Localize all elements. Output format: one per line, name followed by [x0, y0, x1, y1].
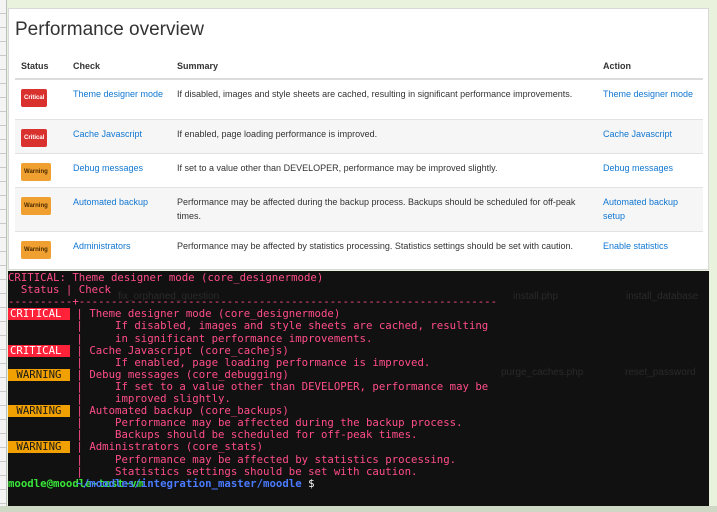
prompt-user: moodle@moodle-test-vm — [8, 476, 144, 490]
terminal-text: Administrators (core_stats) — [89, 440, 264, 454]
terminal-text: Debug messages (core_debugging) — [89, 367, 289, 381]
action-link[interactable]: Enable statistics — [603, 241, 668, 251]
ghost-file-label: install.php — [513, 291, 559, 302]
prompt-path: ~/moodles/integration_master/moodle — [70, 476, 302, 490]
bottom-bar — [0, 506, 717, 512]
table-header-row: Status Check Summary Action — [15, 53, 703, 80]
status-cell: Critical — [15, 118, 67, 153]
check-link[interactable]: Administrators — [73, 241, 131, 251]
ghost-file-label: reset_password — [625, 367, 696, 378]
terminal-status-tag: WARNING — [8, 441, 70, 454]
action-cell: Cache Javascript — [597, 118, 703, 153]
ghost-file-label: install_database — [626, 291, 699, 302]
check-cell: Debug messages — [67, 152, 171, 187]
terminal-text: Performance may be affected by statistic… — [89, 452, 457, 466]
terminal-text: Backups should be scheduled for off-peak… — [89, 428, 418, 442]
terminal-text: Statistics settings should be set with c… — [89, 464, 418, 478]
status-cell: Warning — [15, 186, 67, 231]
check-link[interactable]: Automated backup — [73, 197, 148, 207]
table-row: Critical Cache Javascript If enabled, page… — [15, 118, 703, 153]
terminal-text: If disabled, images and style sheets are… — [89, 319, 489, 333]
status-badge: Critical — [21, 128, 48, 147]
terminal-text: Performance may be affected during the b… — [89, 416, 463, 430]
table-row: Warning Debug messages If set to a value o… — [15, 152, 703, 187]
status-badge: Warning — [21, 240, 51, 259]
action-cell: Automated backup setup — [597, 186, 703, 231]
performance-table: Status Check Summary Action Critical Them… — [15, 53, 703, 265]
prompt-sign: $ — [301, 476, 315, 490]
terminal-window[interactable]: fix_orphaned_question install.php instal… — [8, 271, 709, 506]
header-summary: Summary — [171, 53, 597, 80]
table-row: Critical Theme designer mode If disabled, … — [15, 78, 703, 119]
action-cell: Enable statistics — [597, 230, 703, 265]
page-title: Performance overview — [15, 19, 205, 40]
header-status: Status — [15, 53, 67, 80]
status-badge: Critical — [21, 89, 48, 107]
check-link[interactable]: Debug messages — [73, 163, 143, 173]
terminal-status-tag: CRITICAL — [8, 344, 70, 357]
summary-cell: If enabled, page loading performance is … — [171, 118, 597, 153]
action-link[interactable]: Automated backup setup — [603, 197, 678, 221]
summary-cell: Performance may be affected during the b… — [171, 186, 597, 231]
check-cell: Theme designer mode — [67, 78, 171, 119]
performance-panel: Performance overview Status Check Summar… — [8, 8, 709, 270]
action-link[interactable]: Debug messages — [603, 163, 673, 173]
header-action: Action — [597, 53, 703, 80]
header-check: Check — [67, 53, 171, 80]
check-cell: Cache Javascript — [67, 118, 171, 153]
summary-cell: If disabled, images and style sheets are… — [171, 78, 597, 119]
terminal-text: in significant performance improvements. — [89, 331, 373, 345]
terminal-text: If enabled, page loading performance is … — [89, 355, 431, 369]
status-cell: Warning — [15, 152, 67, 187]
ghost-file-label: purge_caches.php — [501, 367, 584, 378]
action-cell: Theme designer mode — [597, 78, 703, 119]
table-row: Warning Automated backup Performance may b… — [15, 186, 703, 231]
action-link[interactable]: Theme designer mode — [603, 89, 693, 99]
action-cell: Debug messages — [597, 152, 703, 187]
terminal-text: Theme designer mode (core_designermode) — [89, 307, 341, 321]
status-cell: Critical — [15, 78, 67, 119]
check-link[interactable]: Theme designer mode — [73, 89, 163, 99]
summary-cell: If set to a value other than DEVELOPER, … — [171, 152, 597, 187]
status-badge: Warning — [21, 162, 51, 181]
check-cell: Automated backup — [67, 186, 171, 231]
check-cell: Administrators — [67, 230, 171, 265]
status-cell: Warning — [15, 230, 67, 265]
terminal-text: Cache Javascript (core_cachejs) — [89, 343, 289, 357]
table-row: Warning Administrators Performance may be … — [15, 230, 703, 265]
action-link[interactable]: Cache Javascript — [603, 129, 672, 139]
check-link[interactable]: Cache Javascript — [73, 129, 142, 139]
terminal-prompt: moodle@moodle-test-vm ~/moodles/integrat… — [8, 476, 315, 490]
terminal-text: Automated backup (core_backups) — [89, 404, 289, 418]
terminal-text: If set to a value other than DEVELOPER, … — [89, 379, 489, 393]
left-ruler — [0, 0, 7, 512]
status-badge: Warning — [21, 196, 51, 215]
summary-cell: Performance may be affected by statistic… — [171, 230, 597, 265]
terminal-text: improved slightly. — [89, 392, 231, 405]
